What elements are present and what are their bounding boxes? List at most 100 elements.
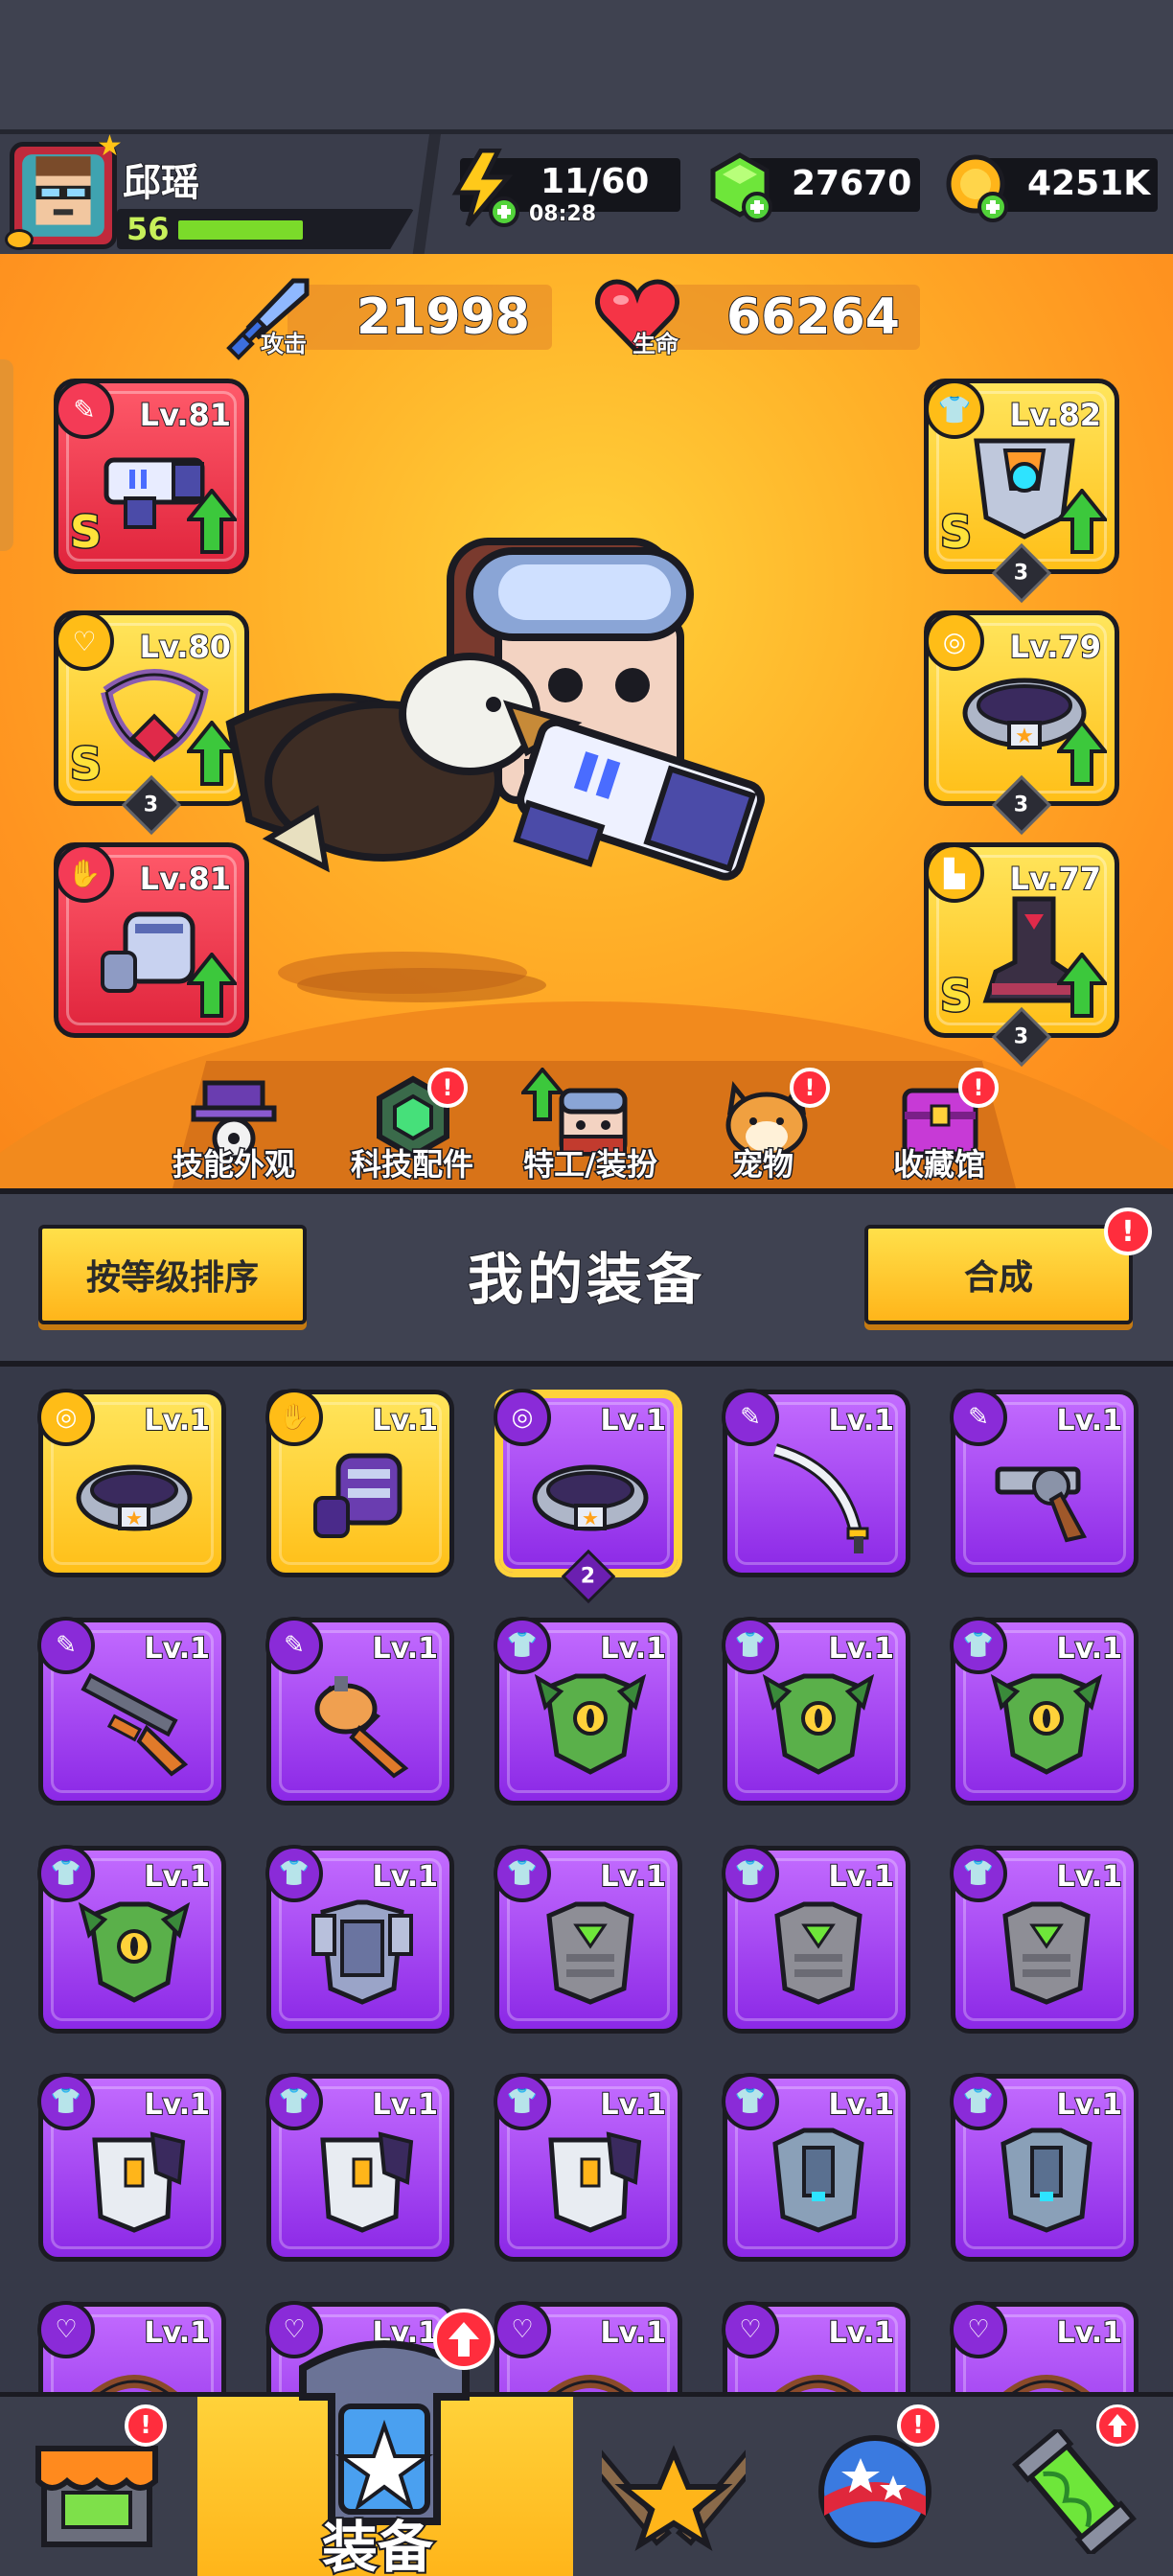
attack-stat: 21998 [288,285,552,350]
category-icon: 👕 [37,1845,95,1902]
inventory-header: 按等级排序 我的装备 合成 ! [0,1188,1173,1367]
notification-badge: ! [125,2404,167,2447]
equipped-boots-level: Lv.77 [1009,860,1102,898]
inventory-item-necklace[interactable]: ♡ Lv.1 [37,2301,226,2392]
gem-icon [710,152,772,222]
status-bar [0,0,1173,129]
item-level: Lv.1 [372,2087,439,2123]
svg-text:★: ★ [582,1506,599,1530]
nav-shop[interactable]: ! [0,2392,197,2576]
item-level: Lv.1 [144,1631,211,1667]
white-armor-icon [320,2131,414,2233]
menu-label: 科技配件 [349,1145,474,1184]
category-icon: 👕 [950,1617,1007,1674]
equipped-boots-slot[interactable]: ▙ Lv.77 S 3 [924,842,1119,1068]
nav-world[interactable]: ! [774,2392,974,2576]
rank-s-badge: S [938,969,973,1024]
inventory-item-white-armor[interactable]: 👕 Lv.1 [265,2073,454,2262]
dragon-armor-icon [762,1673,875,1775]
notification-badge: ! [790,1068,830,1108]
inventory-item-stone-armor[interactable]: 👕 Lv.1 [494,1845,682,2034]
menu-label: 收藏馆 [891,1145,986,1184]
inventory-item-necklace[interactable]: ♡ Lv.1 [950,2301,1138,2392]
inventory-item-knight-armor[interactable]: 👕 Lv.1 [722,2073,910,2262]
equipped-belt-slot[interactable]: ★ ◎ Lv.79 3 [924,610,1119,836]
inventory-item-white-armor[interactable]: 👕 Lv.1 [494,2073,682,2262]
inventory-item-stone-armor[interactable]: 👕 Lv.1 [950,1845,1138,2034]
inventory-item-dragon-armor[interactable]: 👕 Lv.1 [950,1617,1138,1806]
character-shadow [297,968,546,1002]
hero-panel: 21998 攻击 66264 生命 ✎ Lv.81 S ♡ Lv.80 S 3 … [0,254,1173,1188]
top-bar-divider [412,134,441,259]
sort-by-level-button[interactable]: 按等级排序 [38,1225,307,1324]
coin-icon [946,154,1008,222]
menu-label: 技能外观 [171,1145,296,1184]
category-icon: 👕 [494,2073,551,2130]
revolver-icon [995,1466,1088,1543]
attack-label: 攻击 [260,330,308,358]
necklace-icon [1003,2375,1090,2392]
inventory-item-necklace[interactable]: ♡ Lv.1 [494,2301,682,2392]
inventory-item-revolver[interactable]: ✎ Lv.1 [950,1389,1138,1577]
inventory-item-white-armor[interactable]: 👕 Lv.1 [37,2073,226,2262]
inventory-item-belt[interactable]: ★ ◎ Lv.1 [37,1389,226,1577]
item-level: Lv.1 [828,1859,895,1895]
hp-stat: 66264 [661,285,920,350]
merge-button[interactable]: 合成 [864,1225,1133,1324]
inventory-item-drill[interactable]: ✎ Lv.1 [265,1617,454,1806]
inventory-item-shotgun[interactable]: ✎ Lv.1 [37,1617,226,1806]
inventory-item-dragon-armor[interactable]: 👕 Lv.1 [722,1617,910,1806]
dna-capsule-icon [1012,2429,1137,2554]
notification-badge: ! [1104,1208,1152,1255]
inventory-item-necklace[interactable]: ♡ Lv.1 [722,2301,910,2392]
category-icon: 👕 [722,1617,779,1674]
xp-bar: 56 [117,209,414,249]
necklace-icon [775,2375,862,2392]
drill-icon [314,1676,409,1779]
dragon-armor-icon [78,1901,191,2003]
item-level: Lv.1 [600,2087,667,2123]
weapon-category-icon: ✎ [55,380,114,439]
upgrade-arrow-icon [521,1068,564,1121]
inventory-item-dragon-armor[interactable]: 👕 Lv.1 [494,1617,682,1806]
white-armor-icon [548,2131,642,2233]
menu-agent-outfit[interactable]: 特工/装扮 [504,1068,677,1188]
category-icon: 👕 [494,1617,551,1674]
category-icon: ♡ [722,2301,779,2358]
menu-collection[interactable]: ! 收藏馆 [853,1068,1025,1188]
hp-label: 生命 [632,330,679,358]
player-level: 56 [126,210,171,248]
nav-lab[interactable] [974,2392,1173,2576]
inventory-item-stone-armor[interactable]: 👕 Lv.1 [722,1845,910,2034]
category-icon: ✎ [950,1389,1007,1446]
boots-category-icon: ▙ [925,843,984,903]
inventory-item-gloves[interactable]: ✋ Lv.1 [265,1389,454,1577]
avatar[interactable]: ★ [5,129,123,250]
item-level: Lv.1 [144,1403,211,1438]
side-tab[interactable] [0,359,13,551]
item-level: Lv.1 [372,1631,439,1667]
crown-icon: ★ [97,129,123,163]
menu-skill-skins[interactable]: 技能外观 [148,1073,320,1188]
necklace-icon [91,2375,177,2392]
category-icon: 👕 [265,1845,323,1902]
inventory-item-dragon-armor[interactable]: 👕 Lv.1 [37,1845,226,2034]
inventory-item-belt[interactable]: ★ ◎ Lv.1 2 [494,1389,682,1604]
agent-character[interactable] [211,532,786,1011]
menu-pets[interactable]: ! 宠物 [677,1068,849,1188]
gloves-category-icon: ✋ [55,843,114,903]
nav-equipment[interactable]: 装备 [197,2309,573,2576]
category-icon: ◎ [37,1389,95,1446]
equipped-armor-slot[interactable]: 👕 Lv.82 S 3 [924,379,1119,604]
menu-tech-parts[interactable]: ! 科技配件 [326,1068,498,1188]
gloves-icon [313,1453,402,1538]
inventory-item-sword[interactable]: ✎ Lv.1 [722,1389,910,1577]
inventory-item-knight-armor[interactable]: 👕 Lv.1 [950,2073,1138,2262]
inventory-item-steel-armor[interactable]: 👕 Lv.1 [265,1845,454,2034]
item-level: Lv.1 [828,2315,895,2351]
category-icon: 👕 [722,2073,779,2130]
stone-armor-icon [1002,1901,1091,2005]
nav-battle[interactable] [573,2392,774,2576]
lightning-icon [451,149,519,227]
belt-icon: ★ [76,1464,193,1531]
